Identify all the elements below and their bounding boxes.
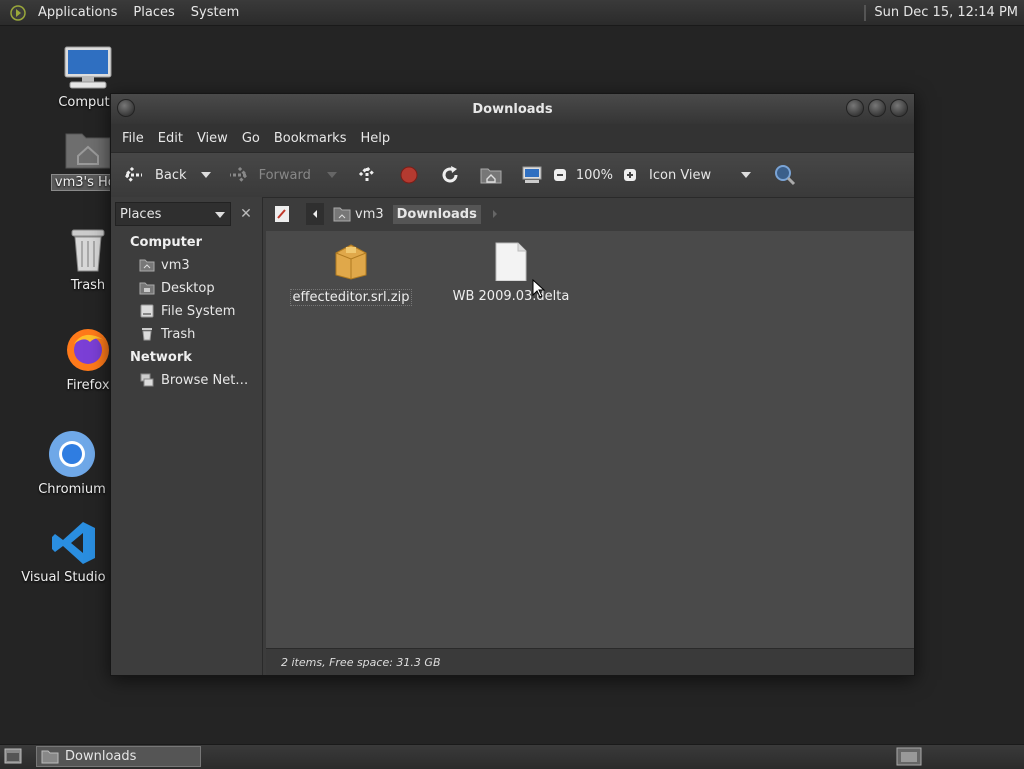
desktop-folder-icon: [139, 282, 155, 295]
path-bar: vm3 Downloads: [266, 197, 914, 231]
forward-history-dropdown[interactable]: [326, 172, 337, 178]
sidebar-item-label: Desktop: [161, 280, 215, 296]
up-arrow-icon[interactable]: [357, 165, 377, 185]
menu-edit[interactable]: Edit: [151, 131, 190, 146]
home-folder-icon: [139, 259, 155, 272]
workspace-switcher-icon[interactable]: [896, 747, 922, 766]
sidebar-item-file-system[interactable]: File System: [139, 303, 235, 319]
chevron-down-icon: [215, 212, 225, 218]
desktop-label-chromium: Chromium: [38, 482, 106, 497]
sidebar-item-label: vm3: [161, 257, 190, 273]
drive-icon: [140, 304, 154, 318]
toolbar: Back Forward 100% Icon View: [111, 152, 914, 198]
search-icon[interactable]: [773, 163, 797, 187]
file-manager-window: Downloads File Edit View Go Bookmarks He…: [110, 93, 915, 676]
home-folder-icon: [333, 207, 351, 222]
forward-arrow-icon: [229, 166, 248, 184]
window-title: Downloads: [472, 101, 553, 117]
home-folder-icon: [65, 133, 111, 169]
path-segment-downloads[interactable]: Downloads: [392, 204, 481, 224]
bottom-panel: Downloads: [0, 744, 1024, 769]
trash-icon: [142, 328, 152, 341]
edit-location-icon[interactable]: [272, 204, 292, 224]
forward-label: Forward: [258, 167, 311, 183]
applications-menu[interactable]: Applications: [30, 5, 125, 20]
sidebar-item-desktop[interactable]: Desktop: [139, 280, 215, 296]
folder-icon: [41, 750, 59, 763]
computer-icon: [64, 46, 112, 89]
sidebar-section-network: Network: [130, 350, 192, 365]
file-name: WB 2009.03.delta: [452, 289, 570, 304]
menu-view[interactable]: View: [190, 131, 235, 146]
show-desktop-icon[interactable]: [4, 748, 22, 764]
menu-help[interactable]: Help: [353, 131, 397, 146]
path-segment-vm3[interactable]: vm3: [330, 206, 387, 222]
taskbar-item-label: Downloads: [65, 749, 137, 764]
top-panel: Applications Places System Sun Dec 15, 1…: [0, 0, 1024, 26]
system-menu[interactable]: System: [183, 5, 247, 20]
places-menu[interactable]: Places: [125, 5, 182, 20]
desktop-label-computer: Compute: [58, 95, 118, 110]
sidebar-section-computer: Computer: [130, 235, 203, 250]
menu-go[interactable]: Go: [235, 131, 267, 146]
file-name: effecteditor.srl.zip: [289, 289, 413, 306]
menu-file[interactable]: File: [115, 131, 151, 146]
firefox-icon: [67, 329, 109, 371]
vscode-icon: [52, 522, 95, 564]
sidebar-item-label: File System: [161, 303, 236, 319]
file-item[interactable]: effecteditor.srl.zip: [276, 241, 426, 306]
computer-icon[interactable]: [521, 165, 543, 185]
back-arrow-icon: [123, 166, 142, 184]
places-combo[interactable]: Places: [115, 202, 231, 226]
zoom-in-icon[interactable]: [623, 168, 637, 182]
view-mode-select[interactable]: Icon View: [649, 168, 735, 183]
home-icon[interactable]: [480, 165, 502, 185]
network-icon: [140, 373, 154, 387]
path-segment-label: vm3: [355, 206, 384, 222]
status-bar: 2 items, Free space: 31.3 GB: [266, 648, 914, 675]
path-scroll-left[interactable]: [306, 203, 324, 225]
back-label: Back: [155, 167, 187, 183]
window-titlebar[interactable]: Downloads: [111, 94, 914, 124]
panel-separator: [864, 4, 867, 21]
forward-button[interactable]: Forward: [227, 165, 311, 185]
back-history-dropdown[interactable]: [200, 172, 211, 178]
mouse-cursor-icon: [532, 279, 546, 298]
trash-icon: [71, 229, 105, 272]
desktop-label-trash: Trash: [70, 278, 106, 293]
menu-bookmarks[interactable]: Bookmarks: [267, 131, 354, 146]
reload-icon[interactable]: [439, 164, 461, 186]
sidebar-item-label: Browse Net…: [161, 372, 249, 388]
zoom-level[interactable]: 100%: [576, 168, 613, 183]
clock[interactable]: Sun Dec 15, 12:14 PM: [874, 5, 1024, 20]
menubar: File Edit View Go Bookmarks Help: [111, 124, 914, 152]
sidebar-item-vm3[interactable]: vm3: [139, 257, 190, 273]
sidebar-item-trash[interactable]: Trash: [139, 326, 195, 342]
sidebar-item-browse-network[interactable]: Browse Net…: [139, 372, 248, 388]
view-mode-dropdown[interactable]: [741, 172, 752, 178]
close-button[interactable]: [890, 99, 908, 117]
chevron-right-icon[interactable]: [491, 209, 499, 219]
window-menu-button[interactable]: [117, 99, 135, 117]
distro-logo-icon[interactable]: [10, 4, 26, 21]
minimize-button[interactable]: [846, 99, 864, 117]
sidebar-item-label: Trash: [161, 326, 196, 342]
chromium-icon: [49, 431, 95, 477]
archive-icon: [335, 244, 367, 280]
file-item[interactable]: WB 2009.03.delta: [436, 241, 586, 304]
zoom-out-icon[interactable]: [553, 168, 567, 182]
close-sidebar-icon[interactable]: ✕: [235, 203, 257, 225]
sidebar: Places ✕ Computer vm3 Desktop File Syste…: [111, 197, 263, 675]
stop-icon[interactable]: [399, 165, 419, 185]
taskbar-item-downloads[interactable]: Downloads: [36, 746, 201, 767]
back-button[interactable]: Back: [123, 165, 187, 185]
desktop-label-firefox: Firefox: [66, 378, 110, 393]
file-view[interactable]: effecteditor.srl.zip WB 2009.03.delta: [266, 231, 914, 648]
document-icon: [495, 242, 527, 282]
maximize-button[interactable]: [868, 99, 886, 117]
places-combo-label: Places: [120, 206, 162, 222]
chevron-left-icon: [313, 210, 317, 218]
